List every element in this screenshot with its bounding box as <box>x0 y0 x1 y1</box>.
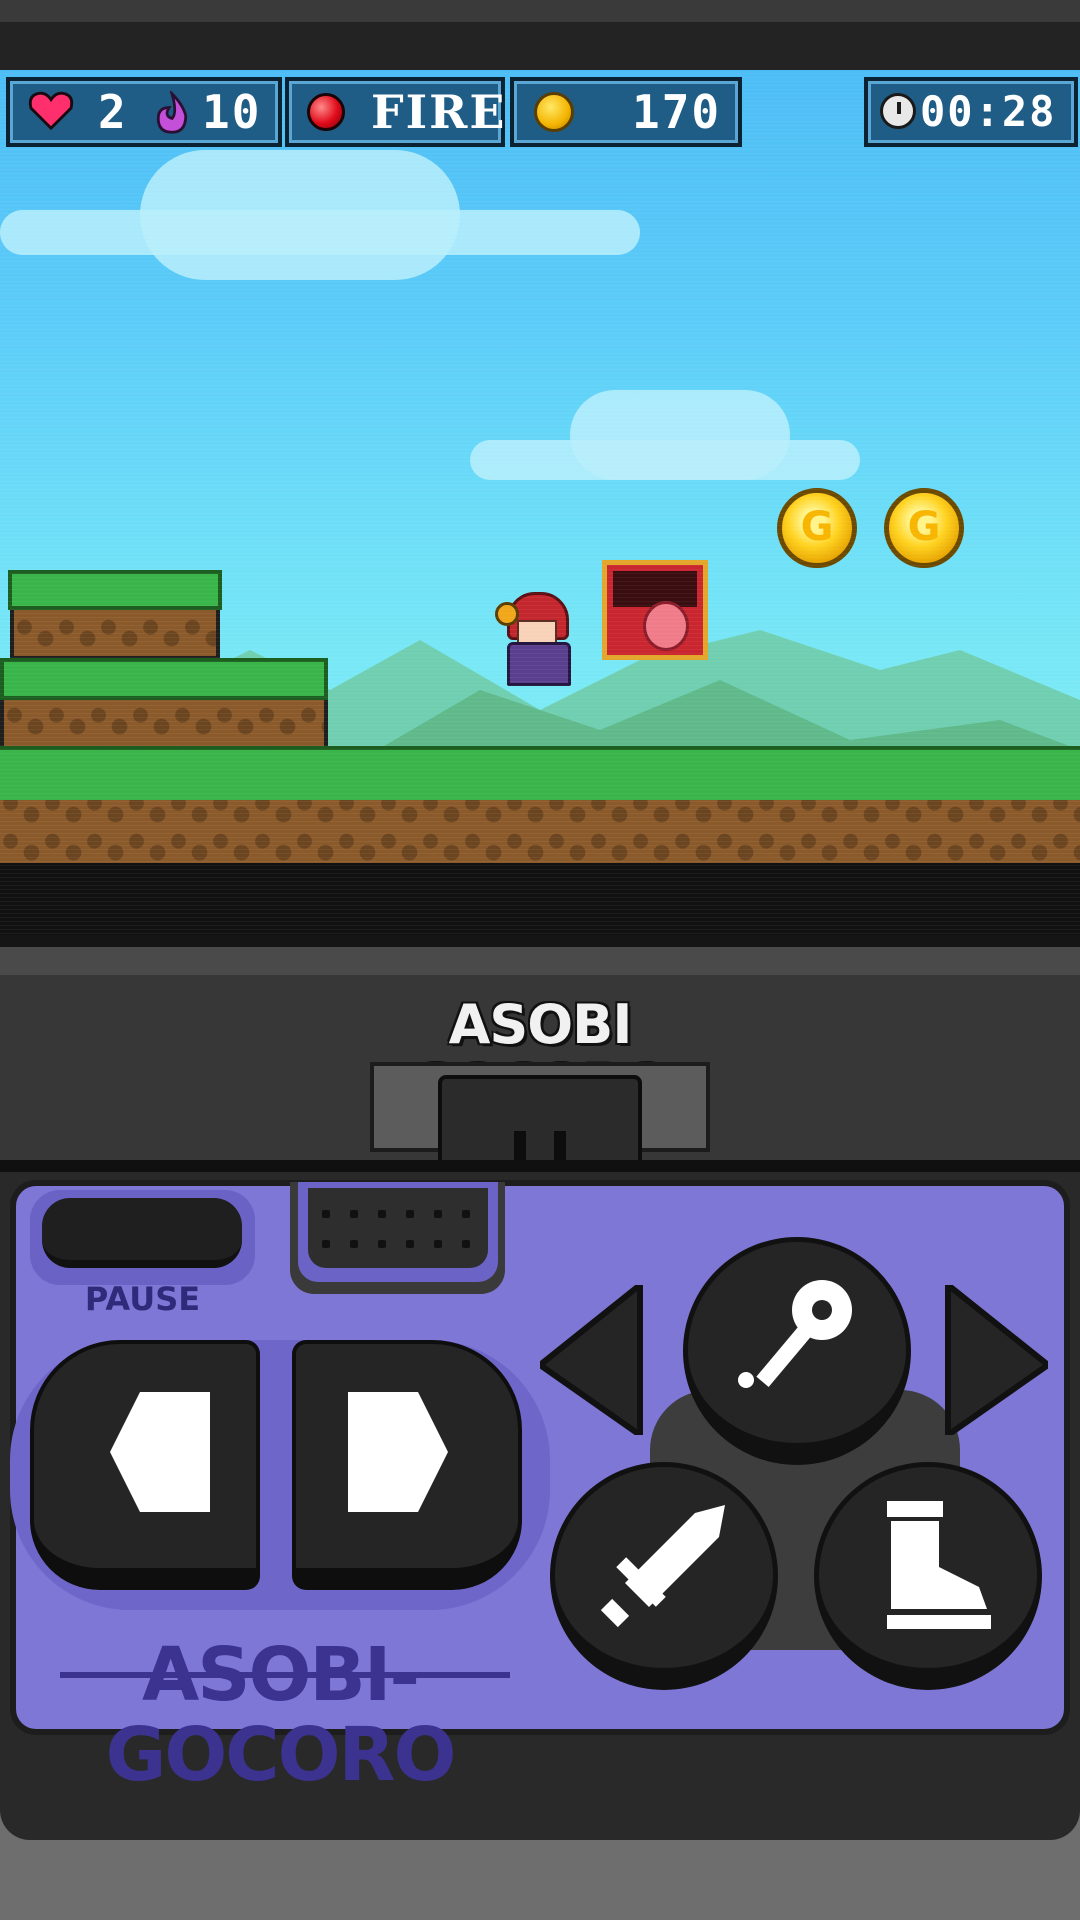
timer-readout: 00:28 <box>920 87 1057 136</box>
boot-icon <box>887 1501 991 1629</box>
clock-hand <box>897 102 901 114</box>
arrow-left-icon <box>110 1392 210 1512</box>
hud-element: FIRE <box>285 77 505 147</box>
move-left-button[interactable] <box>30 1340 260 1590</box>
pause-label: PAUSE <box>84 1280 201 1318</box>
game-screen[interactable]: G G <box>0 70 1080 935</box>
jump-button[interactable] <box>814 1462 1042 1690</box>
arrow-right-icon <box>348 1392 448 1512</box>
hud-lives-magic: 2 10 <box>6 77 282 147</box>
red-orb-icon <box>307 93 345 131</box>
coin-count: 170 <box>632 85 722 139</box>
console-band <box>0 947 1080 975</box>
top-bezel-strip <box>0 0 1080 22</box>
cycle-right-button[interactable] <box>938 1285 1048 1435</box>
magic-count: 10 <box>202 85 262 139</box>
flame-icon <box>156 91 188 134</box>
special-button[interactable] <box>683 1237 911 1465</box>
clock-icon <box>880 93 916 129</box>
hud-timer: 00:28 <box>864 77 1078 147</box>
speaker-grille <box>290 1182 505 1294</box>
brand-logo-top: ASOBI GOCORO <box>411 993 669 1115</box>
cycle-left-button[interactable] <box>540 1285 650 1435</box>
brand-logo-bottom: ASOBI-GOCORO <box>105 1632 457 1798</box>
scanline-overlay <box>0 70 1080 935</box>
coin-icon <box>534 92 574 132</box>
heart-icon <box>28 91 74 131</box>
attack-button[interactable] <box>550 1462 778 1690</box>
sword-icon <box>600 1505 725 1628</box>
pause-button[interactable] <box>42 1198 242 1268</box>
move-right-button[interactable] <box>292 1340 522 1590</box>
lives-count: 2 <box>98 85 128 139</box>
hud-coins: 170 <box>510 77 742 147</box>
key-staff-icon <box>738 1280 852 1388</box>
element-name: FIRE <box>371 85 507 139</box>
